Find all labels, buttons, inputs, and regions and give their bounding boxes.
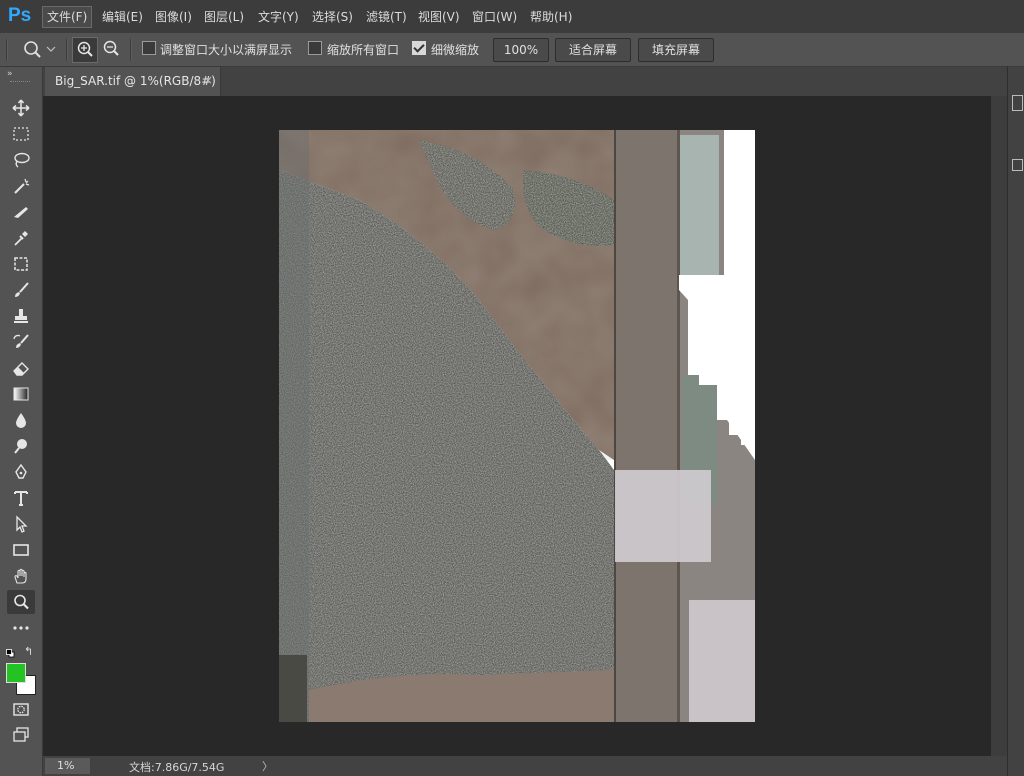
lasso-icon — [14, 152, 30, 168]
quick-mask-tool[interactable] — [7, 697, 35, 721]
status-menu-arrow-icon[interactable]: 〉 — [262, 758, 273, 774]
hand-tool[interactable] — [7, 564, 35, 588]
vertical-scrollbar[interactable] — [991, 96, 1007, 756]
zoom-out-icon — [103, 40, 119, 56]
document-tab[interactable]: Big_SAR.tif @ 1%(RGB/8#) × — [45, 67, 221, 96]
quick-mask-icon — [13, 703, 29, 716]
type-icon — [14, 491, 28, 506]
fit-screen-button[interactable]: 适合屏幕 — [555, 38, 631, 62]
zoom-in-button[interactable] — [72, 37, 98, 63]
menu-help[interactable]: 帮助(H) — [526, 7, 576, 27]
type-tool[interactable] — [7, 486, 35, 510]
marquee-tool[interactable] — [7, 122, 35, 146]
zoom-all-windows-checkbox[interactable] — [308, 41, 322, 55]
zoom-100-button[interactable]: 100% — [493, 38, 549, 62]
menu-filter[interactable]: 滤镜(T) — [362, 7, 411, 27]
zoom-preset-icon — [24, 41, 56, 58]
menu-type[interactable]: 文字(Y) — [254, 7, 303, 27]
menu-window[interactable]: 窗口(W) — [468, 7, 521, 27]
satellite-mosaic — [279, 130, 755, 722]
menu-select[interactable]: 选择(S) — [308, 7, 357, 27]
pen-tool[interactable] — [7, 460, 35, 484]
foreground-color-swatch[interactable] — [6, 663, 26, 683]
eraser-tool[interactable] — [7, 356, 35, 380]
zoom-tool[interactable] — [7, 590, 35, 614]
options-bar: 调整窗口大小以满屏显示 缩放所有窗口 细微缩放 100% 适合屏幕 填充屏幕 — [0, 33, 1024, 67]
swap-colors-icon[interactable]: ↰ — [24, 645, 33, 658]
brush-icon — [15, 282, 29, 297]
eyedropper-icon — [14, 231, 28, 246]
blur-drop-icon — [16, 413, 26, 428]
fill-screen-button[interactable]: 填充屏幕 — [638, 38, 714, 62]
dodge-icon — [14, 439, 27, 454]
document-tab-bar: Big_SAR.tif @ 1%(RGB/8#) × — [43, 67, 1007, 96]
screen-mode-icon — [13, 727, 29, 742]
close-icon[interactable]: × — [203, 73, 213, 87]
rectangle-tool[interactable] — [7, 538, 35, 562]
gradient-icon — [13, 387, 29, 401]
brush-tool[interactable] — [7, 278, 35, 302]
resize-windows-checkbox[interactable] — [142, 41, 156, 55]
menu-layer[interactable]: 图层(L) — [200, 7, 248, 27]
photoshop-logo: Ps — [8, 5, 32, 26]
status-bar: 1% 文档:7.86G/7.54G 〉 — [43, 756, 1007, 776]
blur-tool[interactable] — [7, 408, 35, 432]
patch-icon — [14, 257, 28, 271]
history-brush-icon — [13, 334, 29, 348]
panel-grip — [10, 81, 30, 84]
right-panel-dock — [1007, 67, 1024, 776]
default-colors-icon[interactable] — [6, 647, 15, 658]
pen-icon — [15, 463, 27, 479]
menu-bar: Ps 文件(F) 编辑(E) 图像(I) 图层(L) 文字(Y) 选择(S) 滤… — [0, 0, 1024, 33]
hand-icon — [14, 568, 27, 584]
move-icon — [12, 99, 30, 117]
zoom-out-button[interactable] — [99, 37, 123, 61]
menu-edit[interactable]: 编辑(E) — [98, 7, 147, 27]
document-size-info: 文档:7.86G/7.54G — [129, 761, 225, 774]
clone-stamp-tool[interactable] — [7, 304, 35, 328]
tools-panel: » ↰ — [0, 67, 43, 776]
collapse-panel-icon[interactable]: » — [7, 69, 13, 79]
eyedropper-tool[interactable] — [7, 226, 35, 250]
rectangle-shape-icon — [13, 544, 29, 556]
screen-mode-tool[interactable] — [7, 723, 35, 747]
move-tool[interactable] — [7, 96, 35, 120]
tool-preset-picker[interactable] — [20, 38, 62, 60]
eraser-icon — [13, 362, 29, 376]
zoom-in-icon — [77, 41, 93, 57]
path-selection-tool[interactable] — [7, 512, 35, 536]
lasso-tool[interactable] — [7, 148, 35, 172]
zoom-level-field[interactable]: 1% — [45, 758, 90, 774]
options-grip — [6, 39, 8, 61]
scrubby-zoom-checkbox[interactable] — [412, 41, 426, 55]
panel-icon[interactable] — [1012, 95, 1023, 111]
crop-tool[interactable] — [7, 200, 35, 224]
document-tab-title: Big_SAR.tif @ 1%(RGB/8#) — [55, 74, 216, 88]
separator — [130, 39, 132, 61]
stamp-icon — [14, 309, 28, 323]
resize-windows-label: 调整窗口大小以满屏显示 — [160, 43, 293, 57]
history-brush-tool[interactable] — [7, 330, 35, 354]
more-tools-icon — [13, 626, 29, 630]
menu-view[interactable]: 视图(V) — [414, 7, 464, 27]
healing-brush-tool[interactable] — [7, 252, 35, 276]
slice-icon — [14, 207, 28, 218]
arrow-cursor-icon — [16, 515, 28, 533]
dodge-tool[interactable] — [7, 434, 35, 458]
panel-icon[interactable] — [1012, 159, 1023, 171]
satellite-image-canvas[interactable] — [279, 130, 755, 722]
magic-wand-icon — [14, 178, 30, 194]
separator — [66, 39, 68, 61]
gradient-tool[interactable] — [7, 382, 35, 406]
menu-image[interactable]: 图像(I) — [151, 7, 196, 27]
magic-wand-tool[interactable] — [7, 174, 35, 198]
magnifier-icon — [14, 594, 29, 610]
scrubby-zoom-label: 细微缩放 — [431, 43, 480, 57]
zoom-all-windows-label: 缩放所有窗口 — [327, 43, 400, 57]
rectangle-marquee-icon — [13, 127, 29, 141]
edit-toolbar-tool[interactable] — [7, 616, 35, 640]
menu-file[interactable]: 文件(F) — [42, 6, 93, 28]
